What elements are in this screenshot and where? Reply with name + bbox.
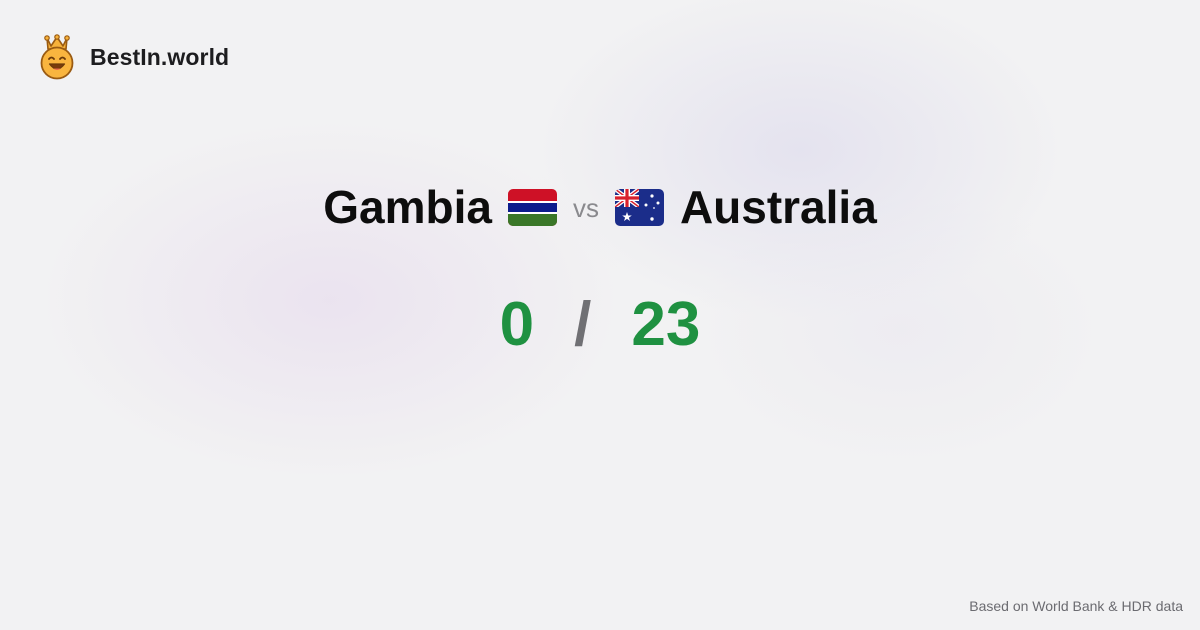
left-score: 0	[499, 289, 535, 359]
brand-logo[interactable]: BestIn.world	[38, 34, 229, 80]
comparison-title: Gambia vs Australia	[0, 174, 1200, 240]
score-comparison: 0 / 23	[0, 284, 1200, 364]
right-country-name: Australia	[679, 181, 877, 233]
right-score: 23	[631, 289, 701, 359]
left-country-name: Gambia	[323, 181, 492, 233]
crowned-smiley-icon	[40, 34, 74, 80]
australia-flag-icon	[614, 188, 664, 226]
gambia-flag-icon	[507, 188, 557, 226]
data-source-note: Based on World Bank & HDR data	[969, 598, 1183, 614]
score-separator: /	[574, 289, 592, 359]
brand-name: BestIn.world	[90, 43, 230, 70]
vs-label: vs	[572, 192, 599, 223]
